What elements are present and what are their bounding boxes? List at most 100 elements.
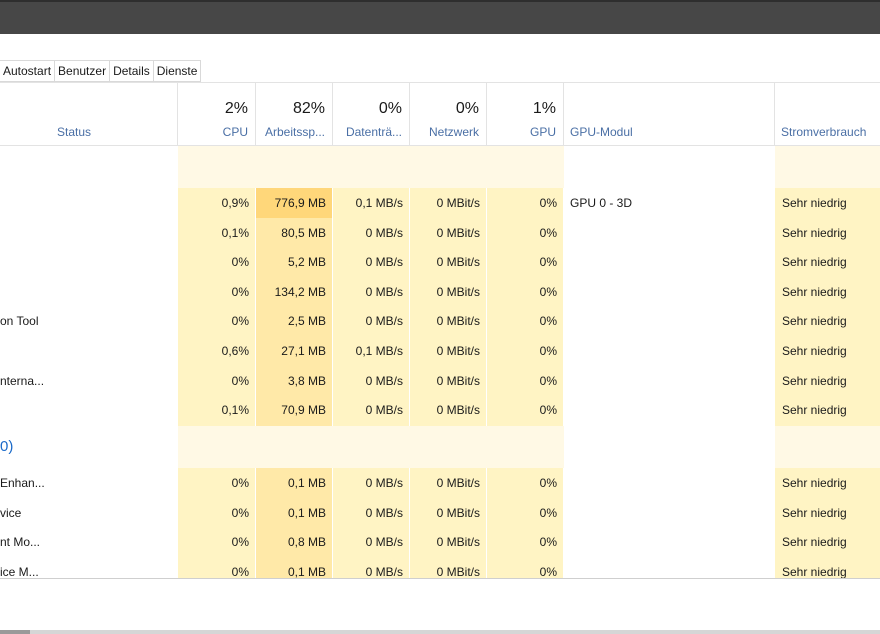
cell-mem: 776,9 MB <box>256 188 332 218</box>
status-header-label: Status <box>57 125 92 139</box>
tab-details[interactable]: Details <box>110 60 154 82</box>
cell-name <box>0 218 200 248</box>
cell-name <box>0 247 200 277</box>
column-header-network[interactable]: 0% Netzwerk <box>410 83 487 145</box>
cell-cpu: 0% <box>231 505 249 520</box>
cell-cpu: 0% <box>231 314 249 329</box>
cell-gpu: 0% <box>539 505 557 520</box>
cell-power: Sehr niedrig <box>782 505 847 520</box>
disk-total-percent: 0% <box>378 100 402 117</box>
cell-engine <box>570 498 770 528</box>
cell-cpu: 0% <box>231 373 249 388</box>
cell-power: Sehr niedrig <box>782 314 847 329</box>
network-header-label: Netzwerk <box>428 125 479 139</box>
cell-disk: 0 MB/s <box>365 225 403 240</box>
cell-net: 0 MBit/s <box>436 373 480 388</box>
cell-cpu: 0% <box>231 284 249 299</box>
title-bar-edge <box>0 0 880 2</box>
cell-mem: 0,1 MB <box>287 505 326 520</box>
column-header-memory[interactable]: 82% Arbeitssp... <box>256 83 333 145</box>
horizontal-scrollbar[interactable] <box>0 630 880 634</box>
cell-disk: 0 MB/s <box>365 373 403 388</box>
gpu-total-percent: 1% <box>532 100 556 117</box>
cell-disk: 0 MB/s <box>365 476 403 490</box>
column-header-cpu[interactable]: 2% CPU <box>178 83 256 145</box>
tab-benutzer[interactable]: Benutzer <box>55 60 111 82</box>
column-header-gpu[interactable]: 1% GPU <box>487 83 564 145</box>
cpu-total-percent: 2% <box>224 100 248 117</box>
cell-gpu: 0% <box>539 196 557 210</box>
power-header-label: Stromverbrauch <box>781 125 867 139</box>
table-row[interactable]: 0% 134,2 MB 0 MB/s 0 MBit/s 0% Sehr niedrig <box>0 277 880 307</box>
cell-mem: 134,2 MB <box>274 284 326 299</box>
table-row[interactable]: Enhan... 0% 0,1 MB 0 MB/s 0 MBit/s 0% Sehr nie… <box>0 468 880 498</box>
cell-net: 0 MBit/s <box>436 196 480 210</box>
table-row[interactable]: nt Mo... 0% 0,8 MB 0 MB/s 0 MBit/s 0% Sehr nie… <box>0 527 880 557</box>
cell-name: vice <box>0 505 22 520</box>
table-row[interactable]: on Tool 0% 2,5 MB 0 MB/s 0 MBit/s 0% Sehr nied… <box>0 306 880 336</box>
cell-disk: 0 MB/s <box>365 255 403 270</box>
cell-mem: 2,5 MB <box>287 314 326 329</box>
tab-autostart[interactable]: Autostart <box>0 60 56 82</box>
group-band-mid <box>178 426 564 468</box>
tab-dienste[interactable]: Dienste <box>153 60 202 82</box>
group-band-top-power <box>775 146 880 188</box>
table-row[interactable]: nterna... 0% 3,8 MB 0 MB/s 0 MBit/s 0% Sehr ni… <box>0 366 880 396</box>
cell-engine <box>570 366 770 396</box>
disk-header-label: Datenträ... <box>345 125 402 139</box>
cell-name: on Tool <box>0 314 39 329</box>
cell-name <box>0 277 200 307</box>
table-row[interactable]: vice 0% 0,1 MB 0 MB/s 0 MBit/s 0% Sehr niedrig <box>0 498 880 528</box>
cell-cpu: 0,9% <box>221 196 249 210</box>
cell-name <box>0 336 200 366</box>
cell-gpu: 0% <box>539 344 557 358</box>
table-row[interactable]: 0% 5,2 MB 0 MB/s 0 MBit/s 0% Sehr niedrig <box>0 247 880 277</box>
cell-net: 0 MBit/s <box>436 225 480 240</box>
footer-area <box>0 579 880 634</box>
cell-power: Sehr niedrig <box>782 196 847 210</box>
table-row[interactable]: 0,1% 80,5 MB 0 MB/s 0 MBit/s 0% Sehr niedrig <box>0 218 880 248</box>
cell-net: 0 MBit/s <box>436 535 480 550</box>
column-header-name[interactable] <box>0 83 51 145</box>
network-total-percent: 0% <box>455 100 479 117</box>
group-band-top <box>178 146 564 188</box>
cell-gpu: 0% <box>539 314 557 329</box>
table-row[interactable]: 0,6% 27,1 MB 0,1 MB/s 0 MBit/s 0% Sehr niedri… <box>0 336 880 366</box>
column-header-gpu-engine[interactable]: GPU-Modul <box>564 83 775 145</box>
cell-disk: 0 MB/s <box>365 505 403 520</box>
cell-name <box>0 395 200 425</box>
cell-cpu: 0,1% <box>221 225 249 240</box>
cell-engine <box>570 247 770 277</box>
cell-mem: 70,9 MB <box>281 403 326 418</box>
cell-cpu: 0% <box>231 476 249 490</box>
cell-cpu: 0,6% <box>221 344 249 358</box>
cell-engine <box>570 277 770 307</box>
cell-power: Sehr niedrig <box>782 255 847 270</box>
group-header-label[interactable]: 0) <box>0 438 13 455</box>
cell-disk: 0 MB/s <box>365 284 403 299</box>
table-row[interactable]: 0,1% 70,9 MB 0 MB/s 0 MBit/s 0% Sehr niedrig <box>0 395 880 425</box>
cell-disk: 0 MB/s <box>365 314 403 329</box>
cell-cpu: 0% <box>231 255 249 270</box>
cell-gpu: 0% <box>539 373 557 388</box>
cell-power: Sehr niedrig <box>782 284 847 299</box>
cell-engine <box>570 218 770 248</box>
cell-mem: 27,1 MB <box>281 344 326 358</box>
cell-mem: 0,8 MB <box>287 535 326 550</box>
column-header-disk[interactable]: 0% Datenträ... <box>333 83 410 145</box>
cell-gpu: 0% <box>539 225 557 240</box>
horizontal-scrollbar-thumb[interactable] <box>0 630 30 634</box>
cell-name: Enhan... <box>0 476 45 490</box>
cell-net: 0 MBit/s <box>436 284 480 299</box>
tab-strip: Autostart Benutzer Details Dienste <box>0 60 202 82</box>
column-header-power[interactable]: Stromverbrauch <box>775 83 880 145</box>
cell-gpu: 0% <box>539 476 557 490</box>
cell-mem: 0,1 MB <box>287 476 326 490</box>
table-row[interactable]: 0,9% 776,9 MB 0,1 MB/s 0 MBit/s 0% GPU 0 - 3D… <box>0 188 880 218</box>
memory-header-label: Arbeitssp... <box>264 125 325 139</box>
gpu-header-label: GPU <box>529 125 556 139</box>
cell-engine <box>570 468 770 498</box>
menu-strip <box>0 34 880 58</box>
column-header-status[interactable]: Status <box>51 83 178 145</box>
cell-net: 0 MBit/s <box>436 476 480 490</box>
